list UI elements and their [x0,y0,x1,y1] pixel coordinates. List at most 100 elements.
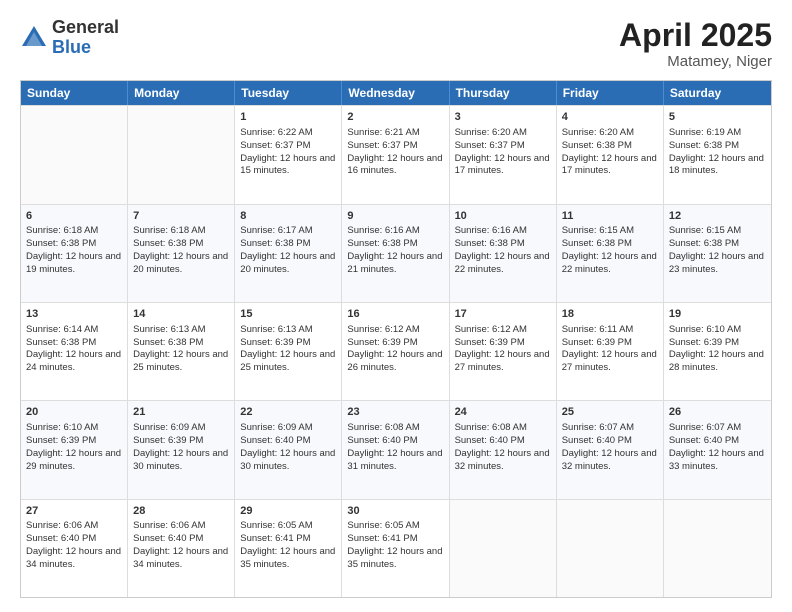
cal-cell: 11Sunrise: 6:15 AMSunset: 6:38 PMDayligh… [557,205,664,302]
day-number: 15 [240,307,336,322]
sunset-text: Sunset: 6:38 PM [669,238,766,251]
cal-row: 13Sunrise: 6:14 AMSunset: 6:38 PMDayligh… [21,302,771,400]
cal-header-cell: Monday [128,81,235,105]
sunrise-text: Sunrise: 6:10 AM [26,422,122,435]
sunset-text: Sunset: 6:39 PM [240,337,336,350]
sunrise-text: Sunrise: 6:20 AM [562,127,658,140]
cal-cell [21,106,128,203]
cal-cell: 24 Sunrise: 6:08 AMSunset: 6:40 PMDayligh… [450,401,557,498]
sunrise-text: Sunrise: 6:08 AM [347,422,443,435]
sunset-text: Sunset: 6:38 PM [562,140,658,153]
day-number: 28 [133,504,229,519]
day-number: 24 [455,405,551,420]
sunrise-text: Sunrise: 6:10 AM [669,324,766,337]
location: Matamey, Niger [619,53,772,70]
cal-header-cell: Friday [557,81,664,105]
sunset-text: Sunset: 6:40 PM [455,435,551,448]
day-number: 26 [669,405,766,420]
day-number: 30 [347,504,443,519]
sunrise-text: Sunrise: 6:18 AM [26,225,122,238]
sunrise-text: Sunrise: 6:17 AM [240,225,336,238]
day-number: 17 [455,307,551,322]
sunset-text: Sunset: 6:41 PM [240,533,336,546]
page: General Blue April 2025 Matamey, Niger S… [0,0,792,612]
calendar: SundayMondayTuesdayWednesdayThursdayFrid… [20,80,772,598]
daylight-text: Daylight: 12 hours and 35 minutes. [240,546,336,572]
sunset-text: Sunset: 6:41 PM [347,533,443,546]
sunrise-text: Sunrise: 6:15 AM [562,225,658,238]
daylight-text: Daylight: 12 hours and 34 minutes. [26,546,122,572]
day-number: 3 [455,110,551,125]
title-block: April 2025 Matamey, Niger [619,18,772,70]
daylight-text: Daylight: 12 hours and 24 minutes. [26,349,122,375]
sunset-text: Sunset: 6:40 PM [562,435,658,448]
sunset-text: Sunset: 6:39 PM [455,337,551,350]
day-number: 19 [669,307,766,322]
cal-cell: 29Sunrise: 6:05 AMSunset: 6:41 PMDayligh… [235,500,342,597]
sunrise-text: Sunrise: 6:12 AM [347,324,443,337]
logo: General Blue [20,18,119,58]
cal-cell [664,500,771,597]
day-number: 1 [240,110,336,125]
cal-cell: 21Sunrise: 6:09 AMSunset: 6:39 PMDayligh… [128,401,235,498]
header: General Blue April 2025 Matamey, Niger [20,18,772,70]
daylight-text: Daylight: 12 hours and 26 minutes. [347,349,443,375]
logo-general: General [52,18,119,38]
cal-cell: 9Sunrise: 6:16 AMSunset: 6:38 PMDaylight… [342,205,449,302]
cal-cell: 27Sunrise: 6:06 AMSunset: 6:40 PMDayligh… [21,500,128,597]
daylight-text: Daylight: 12 hours and 27 minutes. [455,349,551,375]
daylight-text: Daylight: 12 hours and 32 minutes. [455,448,551,474]
sunrise-text: Sunrise: 6:13 AM [133,324,229,337]
logo-icon [20,24,48,52]
cal-cell: 10Sunrise: 6:16 AMSunset: 6:38 PMDayligh… [450,205,557,302]
day-number: 21 [133,405,229,420]
sunset-text: Sunset: 6:39 PM [133,435,229,448]
day-number: 16 [347,307,443,322]
day-number: 14 [133,307,229,322]
cal-row: 27Sunrise: 6:06 AMSunset: 6:40 PMDayligh… [21,499,771,597]
cal-cell: 30Sunrise: 6:05 AMSunset: 6:41 PMDayligh… [342,500,449,597]
daylight-text: Daylight: 12 hours and 20 minutes. [240,251,336,277]
cal-cell [557,500,664,597]
daylight-text: Daylight: 12 hours and 30 minutes. [133,448,229,474]
sunset-text: Sunset: 6:38 PM [133,337,229,350]
daylight-text: Daylight: 12 hours and 25 minutes. [133,349,229,375]
daylight-text: Daylight: 12 hours and 16 minutes. [347,153,443,179]
cal-header-cell: Sunday [21,81,128,105]
day-number: 6 [26,209,122,224]
sunrise-text: Sunrise: 6:06 AM [133,520,229,533]
day-number: 7 [133,209,229,224]
cal-header-cell: Thursday [450,81,557,105]
cal-header-cell: Saturday [664,81,771,105]
cal-cell: 23Sunrise: 6:08 AMSunset: 6:40 PMDayligh… [342,401,449,498]
day-number: 29 [240,504,336,519]
sunrise-text: Sunrise: 6:22 AM [240,127,336,140]
sunrise-text: Sunrise: 6:13 AM [240,324,336,337]
logo-blue: Blue [52,38,119,58]
cal-cell: 4Sunrise: 6:20 AMSunset: 6:38 PMDaylight… [557,106,664,203]
cal-row: 1Sunrise: 6:22 AMSunset: 6:37 PMDaylight… [21,105,771,203]
sunrise-text: Sunrise: 6:07 AM [562,422,658,435]
sunset-text: Sunset: 6:39 PM [562,337,658,350]
sunset-text: Sunset: 6:38 PM [240,238,336,251]
sunset-text: Sunset: 6:38 PM [26,238,122,251]
cal-cell: 22Sunrise: 6:09 AMSunset: 6:40 PMDayligh… [235,401,342,498]
cal-cell: 14 Sunrise: 6:13 AMSunset: 6:38 PMDayligh… [128,303,235,400]
day-number: 25 [562,405,658,420]
sunrise-text: Sunrise: 6:05 AM [347,520,443,533]
cal-cell: 6Sunrise: 6:18 AMSunset: 6:38 PMDaylight… [21,205,128,302]
cal-cell: 17Sunrise: 6:12 AMSunset: 6:39 PMDayligh… [450,303,557,400]
cal-cell [450,500,557,597]
daylight-text: Daylight: 12 hours and 33 minutes. [669,448,766,474]
sunset-text: Sunset: 6:38 PM [26,337,122,350]
daylight-text: Daylight: 12 hours and 35 minutes. [347,546,443,572]
sunrise-text: Sunrise: 6:07 AM [669,422,766,435]
sunset-text: Sunset: 6:38 PM [133,238,229,251]
cal-cell: 28Sunrise: 6:06 AMSunset: 6:40 PMDayligh… [128,500,235,597]
day-number: 8 [240,209,336,224]
sunset-text: Sunset: 6:38 PM [669,140,766,153]
sunset-text: Sunset: 6:37 PM [347,140,443,153]
daylight-text: Daylight: 12 hours and 17 minutes. [562,153,658,179]
month-title: April 2025 [619,18,772,53]
sunrise-text: Sunrise: 6:08 AM [455,422,551,435]
